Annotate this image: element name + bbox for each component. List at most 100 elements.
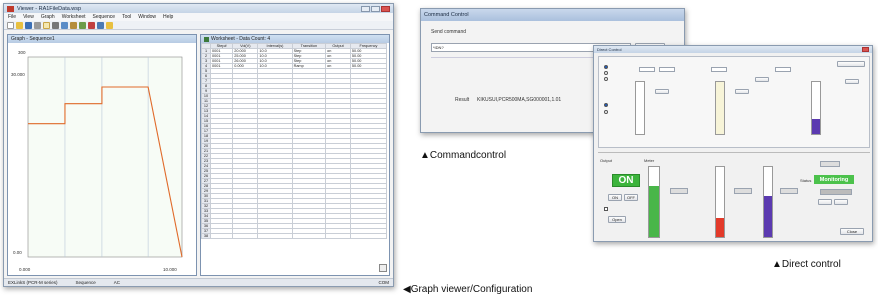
direct-close-button[interactable] [862,47,869,52]
meter-label: Meter [644,158,655,163]
command-control-caption: ▲Commandcontrol [420,150,507,161]
menu-worksheet[interactable]: Worksheet [62,14,86,20]
close-button[interactable] [381,5,390,12]
dc-voltage-slider[interactable] [635,81,645,135]
grid-icon [204,36,209,42]
select-icon[interactable] [43,21,50,29]
meter-stop-button[interactable] [834,199,848,205]
current-meter-fill [716,218,724,237]
dc-set-button[interactable] [655,89,669,94]
new-file-icon[interactable] [7,21,14,29]
direct-control-window: Direct Control Output Meter ON ON OFF Op… [593,45,873,242]
maximize-button[interactable] [371,5,380,12]
range-radio-2[interactable] [604,110,608,114]
menu-graph[interactable]: Graph [41,14,55,20]
minimize-button[interactable] [361,5,370,12]
menu-window[interactable]: Window [138,14,156,20]
freq-apply-button[interactable] [845,79,859,84]
graph-plot-area[interactable]: 300 30.000 0.00 0.000 10.000 [8,43,196,275]
direct-control-title: Direct Control [597,47,622,52]
sequence-graph-svg [27,56,183,258]
mode-radio-group [603,61,629,91]
freq-set-button[interactable] [755,77,769,82]
table-cell[interactable] [209,233,234,239]
graph-subwindow-title: Graph - Sequence1 [11,36,55,42]
command-control-titlebar[interactable]: Command Control [421,9,684,21]
setting-input-2[interactable] [659,67,675,72]
upper-close-button[interactable] [837,61,865,67]
setting-input-1[interactable] [639,67,655,72]
filter-icon[interactable] [97,21,104,29]
status-device: EXLinkS (PCR-M series) [8,280,58,285]
print-icon[interactable] [34,21,41,29]
status-monitoring: Monitoring [814,175,854,184]
save-icon[interactable] [25,21,32,29]
copy-icon[interactable] [61,21,68,29]
checkbox[interactable] [604,207,608,211]
send-command-label: Send command [431,29,467,35]
table-cell[interactable] [325,233,351,239]
status-label: Status [800,178,812,183]
setting-input-4[interactable] [775,67,791,72]
range-radio-group [603,101,629,121]
paste-icon[interactable] [70,21,77,29]
result-value: KIKUSUI,PCR500MA,SG000001,1.01 [477,97,562,103]
menu-help[interactable]: Help [163,14,173,20]
output-on-indicator: ON [612,174,640,187]
cut-icon[interactable] [52,21,59,29]
table-cell[interactable] [291,233,327,239]
worksheet-subwindow-titlebar[interactable]: Worksheet - Data Count: 4 [201,35,389,43]
meter-start-button[interactable] [818,199,832,205]
setting-input-3[interactable] [711,67,727,72]
open-folder-icon[interactable] [16,21,23,29]
undo-icon[interactable] [79,21,86,29]
graph-viewer-caption: ◀Graph viewer/Configuration [403,284,533,295]
status-mode: Sequence [75,280,96,285]
menu-sequence[interactable]: Sequence [93,14,116,20]
result-label: Result [455,97,470,103]
menu-tool[interactable]: Tool [122,14,131,20]
ac-voltage-slider[interactable] [715,81,725,135]
worksheet-scroll-corner[interactable] [379,264,387,272]
graph-viewer-title: Viewer - RA1FileData.wsp [17,5,82,12]
output-off-button[interactable]: OFF [624,194,638,201]
row-header: 38 [201,233,211,239]
direct-close-bottom-button[interactable]: Close [840,228,864,235]
command-control-title: Command Control [424,12,469,18]
table-cell[interactable] [349,233,388,239]
menu-bar: File View Graph Worksheet Sequence Tool … [4,13,393,21]
direct-control-caption: ▲Direct control [772,259,841,270]
graph-viewer-titlebar[interactable]: Viewer - RA1FileData.wsp [4,4,393,13]
worksheet-table: Step# Vol(V) Interval(s) Transition Outp… [201,43,388,239]
settings-panel [598,56,870,148]
range-radio-1[interactable] [604,103,608,107]
open-button[interactable]: Open [608,216,626,223]
radio-button-2[interactable] [604,71,608,75]
radio-button-1[interactable] [604,65,608,69]
radio-button-3[interactable] [604,77,608,81]
graph-subwindow: Graph - Sequence1 300 30.000 0.00 0.000 … [7,34,197,276]
app-icon [7,5,14,12]
graph-icon[interactable] [88,21,95,29]
graph-viewer-window: Viewer - RA1FileData.wsp File View Graph… [3,3,394,287]
worksheet-subwindow-title: Worksheet - Data Count: 4 [211,36,271,42]
output-on-button[interactable]: ON [608,194,622,201]
status-ac: AC [113,280,121,285]
section-divider [598,152,870,153]
frequency-slider-fill [812,119,820,134]
table-cell[interactable] [232,233,259,239]
voltage-meter-fill [649,186,659,237]
toolbar [4,21,393,30]
meter-value-3 [780,188,798,194]
status-port: COM [378,280,390,285]
help-icon[interactable] [106,21,113,29]
worksheet-subwindow: Worksheet - Data Count: 4 Step# Vol(V) I… [200,34,390,276]
graph-subwindow-titlebar[interactable]: Graph - Sequence1 [8,35,196,43]
status-bar: EXLinkS (PCR-M series) Sequence AC COM [4,278,393,286]
table-cell[interactable] [257,233,293,239]
direct-control-titlebar[interactable]: Direct Control [594,46,872,53]
table-row[interactable]: 38 [201,233,388,239]
ac-set-button[interactable] [735,89,749,94]
menu-view[interactable]: View [23,14,34,20]
menu-file[interactable]: File [8,14,16,20]
